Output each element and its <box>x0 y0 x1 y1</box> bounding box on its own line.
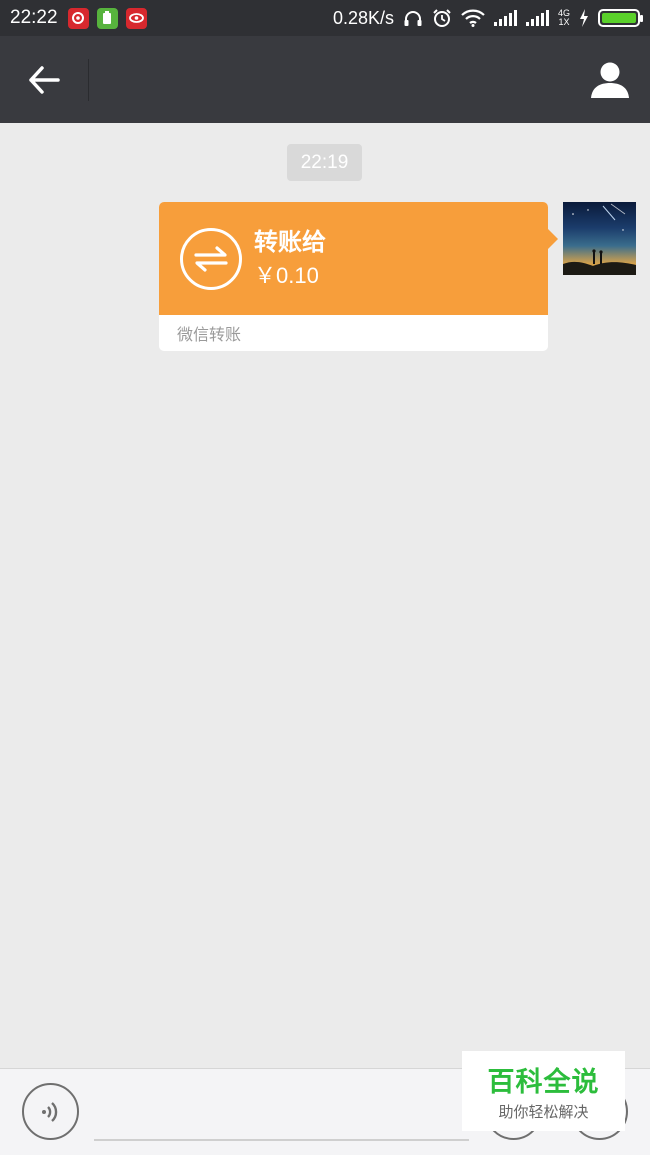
charging-icon <box>580 9 588 27</box>
netease-music-icon <box>67 7 89 29</box>
signal-secondary-icon <box>525 10 549 26</box>
transfer-message[interactable]: 转账给 ￥0.10 微信转账 <box>159 202 558 351</box>
watermark-title: 百科全说 <box>487 1067 600 1098</box>
notification-icons <box>67 7 147 29</box>
voice-button[interactable] <box>22 1083 79 1140</box>
transfer-footer: 微信转账 <box>177 325 242 344</box>
transfer-icon <box>180 227 242 290</box>
watermark-logo: 百科全说 助你轻松解决 <box>462 1051 625 1131</box>
watermark-subtitle: 助你轻松解决 <box>498 1103 589 1121</box>
cleaner-icon <box>96 7 118 29</box>
headphone-icon <box>404 11 422 26</box>
status-time: 22:22 <box>10 7 58 28</box>
transfer-title: 转账给 <box>254 227 326 256</box>
chat-info-button[interactable] <box>570 36 650 123</box>
transfer-amount: ￥0.10 <box>254 262 319 288</box>
header-divider <box>88 58 89 101</box>
net-speed: 0.28K/s <box>332 7 394 28</box>
battery-fill <box>602 13 636 23</box>
wifi-icon <box>461 9 485 27</box>
message-input[interactable] <box>94 1081 469 1141</box>
battery-icon <box>598 9 643 27</box>
signal-icon <box>493 10 517 26</box>
status-bar: 22:22 0.28K/s 4G 1X <box>0 0 650 36</box>
message-timestamp: 22:19 <box>287 144 362 181</box>
back-button[interactable] <box>0 36 88 123</box>
network-type: 4G 1X <box>557 8 570 27</box>
alarm-icon <box>433 9 451 27</box>
chat-header <box>0 36 650 123</box>
voice-icon <box>41 1101 57 1122</box>
status-indicators: 0.28K/s 4G 1X <box>332 7 643 29</box>
transfer-header: 转账给 ￥0.10 <box>159 202 558 315</box>
arrow-left-icon <box>29 65 60 94</box>
video-icon <box>125 7 147 29</box>
user-icon <box>591 62 629 98</box>
avatar[interactable] <box>563 202 636 275</box>
transfer-text: 转账给 ￥0.10 <box>254 226 326 292</box>
